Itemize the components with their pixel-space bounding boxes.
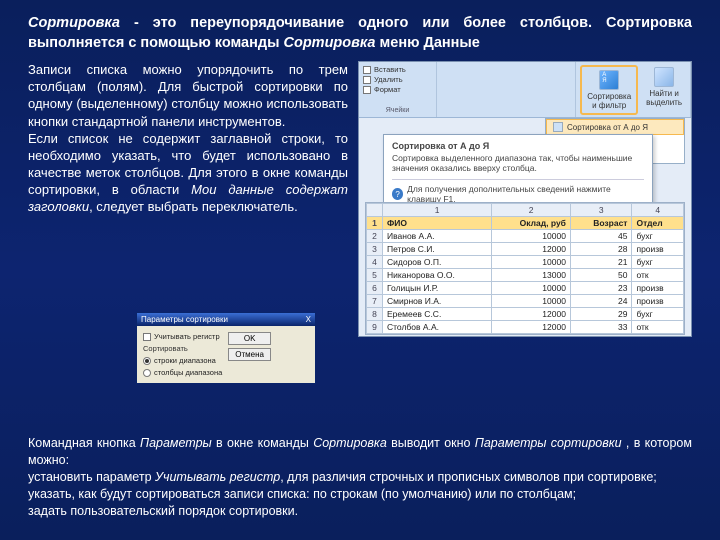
- ribbon-group-cells: Вставить Удалить Формат Ячейки: [359, 62, 437, 117]
- table-row: 3Петров С.И.1200028произв: [367, 243, 684, 256]
- table-row: 7Смирнов И.А.1000024произв: [367, 295, 684, 308]
- menu-sort-az[interactable]: Сортировка от А до Я: [546, 119, 684, 135]
- field-header-row: 1 ФИО Оклад, руб Возраст Отдел: [367, 217, 684, 230]
- title-lead: Сортировка: [28, 15, 120, 31]
- title-cmd: Сортировка: [284, 35, 376, 51]
- table-row: 9Столбов А.А.1200033отк: [367, 321, 684, 334]
- table-row: 6Голицын И.Р.1000023произв: [367, 282, 684, 295]
- table-row: 4Сидоров О.П.1000021бухг: [367, 256, 684, 269]
- case-checkbox[interactable]: Учитывать регистр: [143, 332, 222, 341]
- ok-button[interactable]: OK: [228, 332, 271, 345]
- table-row: 2Иванов А.А.1000045бухг: [367, 230, 684, 243]
- ribbon-group-editing: Сортировка и фильтр Найти и выделить: [576, 62, 691, 117]
- table-body: 2Иванов А.А.1000045бухг3Петров С.И.12000…: [367, 230, 684, 334]
- ribbon-delete[interactable]: Удалить: [363, 75, 432, 84]
- sort-icon: [599, 70, 619, 90]
- title-menu-name: Данные: [424, 35, 480, 51]
- radio-icon: [143, 357, 151, 365]
- bottom-line-3: указать, как будут сортироваться записи …: [28, 486, 692, 503]
- paragraph-2: Если список не содержит заглавной строки…: [28, 130, 348, 216]
- dialog-titlebar: Параметры сортировки X: [137, 313, 315, 326]
- bottom-line-4: задать пользовательский порядок сортиров…: [28, 503, 692, 520]
- tooltip-title: Сортировка от А до Я: [392, 141, 644, 151]
- find-icon: [654, 67, 674, 87]
- table-row: 5Никанорова О.О.1300050отк: [367, 269, 684, 282]
- ribbon: Вставить Удалить Формат Ячейки Сортировк…: [359, 62, 691, 118]
- title-menu-word: меню: [376, 35, 424, 51]
- sort-params-dialog: Параметры сортировки X Учитывать регистр…: [136, 312, 316, 384]
- tooltip-f1: ? Для получения дополнительных сведений …: [392, 179, 644, 204]
- ribbon-sort-filter-highlight: Сортировка и фильтр: [580, 65, 638, 115]
- table-row: 8Еремеев С.С.1200029бухг: [367, 308, 684, 321]
- data-table: 1 2 3 4 1 ФИО Оклад, руб Возраст Отдел 2…: [366, 203, 684, 334]
- cols-radio[interactable]: столбцы диапазона: [143, 368, 222, 377]
- ribbon-group-label: Ячейки: [363, 107, 432, 114]
- ribbon-format[interactable]: Формат: [363, 85, 432, 94]
- rows-radio[interactable]: строки диапазона: [143, 356, 222, 365]
- bottom-line-1: Командная кнопка Параметры в окне команд…: [28, 435, 692, 469]
- bottom-line-2: установить параметр Учитывать регистр, д…: [28, 469, 692, 486]
- ribbon-find-select-button[interactable]: Найти и выделить: [642, 65, 686, 115]
- sort-az-icon: [553, 122, 563, 132]
- cancel-button[interactable]: Отмена: [228, 348, 271, 361]
- col-number-row: 1 2 3 4: [367, 204, 684, 217]
- body-text: Записи списка можно упорядочить по трем …: [28, 61, 348, 337]
- sort-group-label: Сортировать: [143, 344, 222, 353]
- worksheet: 1 2 3 4 1 ФИО Оклад, руб Возраст Отдел 2…: [365, 202, 685, 335]
- ribbon-spacer: [437, 62, 576, 117]
- dialog-close-button[interactable]: X: [306, 315, 311, 324]
- bottom-text: Командная кнопка Параметры в окне команд…: [28, 435, 692, 519]
- excel-screenshot: Вставить Удалить Формат Ячейки Сортировк…: [358, 61, 692, 337]
- ribbon-insert[interactable]: Вставить: [363, 65, 432, 74]
- tooltip-body: Сортировка выделенного диапазона так, чт…: [392, 153, 644, 173]
- tooltip: Сортировка от А до Я Сортировка выделенн…: [383, 134, 653, 211]
- slide-title: Сортировка - это переупорядочивание одно…: [28, 14, 692, 53]
- checkbox-icon: [143, 333, 151, 341]
- radio-icon: [143, 369, 151, 377]
- dialog-title: Параметры сортировки: [141, 315, 228, 324]
- help-icon: ?: [392, 188, 403, 200]
- ribbon-sort-filter-button[interactable]: Сортировка и фильтр: [583, 68, 635, 112]
- paragraph-1: Записи списка можно упорядочить по трем …: [28, 61, 348, 130]
